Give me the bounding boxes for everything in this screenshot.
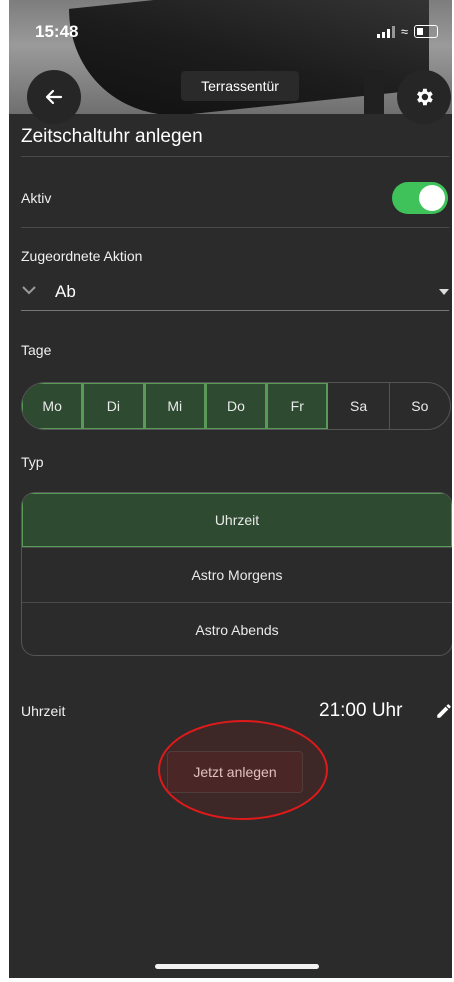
app-screen: 15:48 ≈ Terrassentür Zeitschaltuhr anleg… [9,0,452,978]
type-label: Typ [21,454,44,470]
page-title: Zeitschaltuhr anlegen [21,126,203,147]
time-label: Uhrzeit [21,703,66,719]
day-fr[interactable]: Fr [267,383,329,429]
toggle-knob [419,185,445,211]
device-title: Terrassentür [181,71,299,101]
gear-icon [417,88,433,106]
arrow-left-icon [45,89,63,105]
active-toggle[interactable] [392,182,448,214]
back-button[interactable] [27,70,81,124]
days-label: Tage [21,342,52,358]
red-highlight-circle [158,720,328,820]
photo-post [364,70,384,114]
status-time: 15:48 [35,22,79,41]
type-selector: Uhrzeit Astro Morgens Astro Abends [21,492,452,656]
home-indicator [155,964,319,969]
day-so[interactable]: So [390,383,450,429]
signal-icon [376,25,395,38]
day-mi[interactable]: Mi [144,383,206,429]
settings-button[interactable] [397,70,451,124]
wifi-icon: ≈ [400,24,408,39]
action-value: Ab [55,282,76,301]
day-do[interactable]: Do [205,383,268,429]
time-value: 21:00 Uhr [319,700,403,721]
action-select[interactable]: Ab [21,280,449,311]
type-option-uhrzeit[interactable]: Uhrzeit [22,493,452,548]
dropdown-caret-icon [439,289,449,295]
pencil-icon[interactable] [435,702,452,720]
divider [21,156,449,157]
status-icons: ≈ [376,24,438,39]
day-di[interactable]: Di [83,383,145,429]
days-selector: Mo Di Mi Do Fr Sa So [21,382,451,430]
divider [21,227,449,228]
action-label: Zugeordnete Aktion [21,248,143,264]
day-sa[interactable]: Sa [328,383,390,429]
battery-icon [414,25,438,38]
type-option-astro-abends[interactable]: Astro Abends [22,603,452,655]
type-option-astro-morgens[interactable]: Astro Morgens [22,548,452,603]
day-mo[interactable]: Mo [22,383,84,429]
active-label: Aktiv [21,190,52,206]
chevron-down-icon [22,286,36,295]
